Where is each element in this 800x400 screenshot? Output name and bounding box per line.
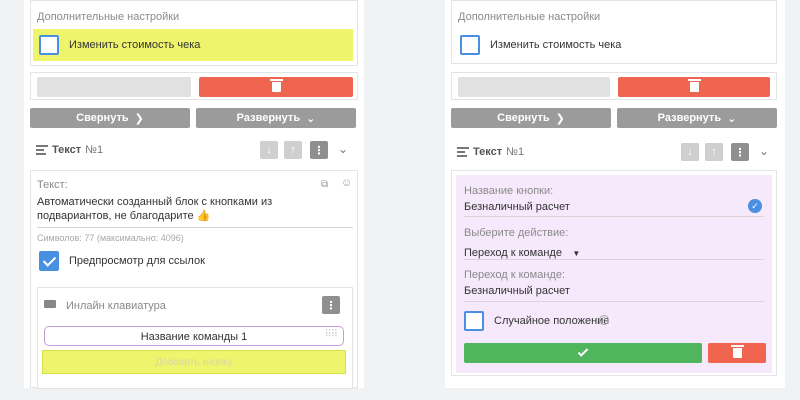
more-menu-button-right[interactable]: ⋮ <box>731 143 749 161</box>
trash-icon <box>730 345 744 358</box>
expand-button[interactable]: Развернуть ⌄ <box>196 108 356 128</box>
text-editor-card: Текст: ⧉ ☺ Автоматически созданный блок … <box>30 170 358 389</box>
change-price-label: Изменить стоимость чека <box>69 39 201 51</box>
change-price-label-right: Изменить стоимость чека <box>490 39 622 51</box>
delete-button[interactable] <box>199 77 353 97</box>
goto-command-caption: Переход к команде: <box>464 269 566 281</box>
collapse-chevron-icon[interactable]: ⌄ <box>759 144 769 158</box>
add-button-label: Добавить кнопку <box>155 357 233 368</box>
move-down-button-right[interactable]: ↓ <box>681 143 699 161</box>
choose-action-caption: Выберите действие: <box>464 227 569 239</box>
random-position-label: Случайное положение <box>494 315 610 327</box>
chevron-down-icon: ⌄ <box>306 112 316 125</box>
additional-settings-card-right: Дополнительные настройки Изменить стоимо… <box>451 0 777 64</box>
block-title: Текст №1 <box>52 144 104 156</box>
random-position-checkbox[interactable] <box>464 311 484 331</box>
verified-icon: ✓ <box>748 199 762 213</box>
expand-label-right: Развернуть <box>657 112 722 124</box>
inline-keyboard-label: Инлайн клавиатура <box>66 300 166 312</box>
command-name-label: Название команды 1 <box>140 331 248 343</box>
change-price-checkbox[interactable] <box>39 35 59 55</box>
help-icon[interactable]: ? <box>599 315 609 325</box>
trash-icon <box>687 79 701 92</box>
empty-button[interactable] <box>37 77 191 97</box>
keyboard-more-button[interactable]: ⋮ <box>322 296 340 314</box>
button-edit-panel: Название кнопки: Безналичный расчет ✓ Вы… <box>456 175 772 373</box>
preview-links-checkbox[interactable] <box>39 251 59 271</box>
copy-icon[interactable]: ⧉ <box>321 179 328 190</box>
right-panel: Дополнительные настройки Изменить стоимо… <box>445 0 785 388</box>
block-title-right: Текст №1 <box>473 146 525 158</box>
additional-settings-card: Дополнительные настройки Изменить стоимо… <box>30 0 358 66</box>
add-button[interactable]: Добавить кнопку <box>42 350 346 374</box>
settings-caption-right: Дополнительные настройки <box>458 11 601 23</box>
choose-action-select[interactable]: Переход к команде ▼ <box>464 243 764 259</box>
collapse-label-right: Свернуть <box>497 112 550 124</box>
inline-keyboard-card: Инлайн клавиатура ⋮ Название команды 1 ⠿… <box>37 287 353 389</box>
emoji-icon[interactable]: ☺ <box>341 177 352 189</box>
command-name-pill[interactable]: Название команды 1 ⠿⠿ <box>44 326 344 346</box>
text-body[interactable]: Автоматически созданный блок с кнопками … <box>37 195 337 223</box>
preview-links-label: Предпросмотр для ссылок <box>69 255 205 267</box>
expand-button-right[interactable]: Развернуть ⌄ <box>617 108 777 128</box>
button-name-caption: Название кнопки: <box>464 185 554 197</box>
more-menu-button[interactable]: ⋮ <box>310 141 328 159</box>
change-price-checkbox-right[interactable] <box>460 35 480 55</box>
left-panel: Дополнительные настройки Изменить стоимо… <box>24 0 364 389</box>
move-up-button-right[interactable]: ↑ <box>705 143 723 161</box>
button-name-value[interactable]: Безналичный расчет <box>464 201 570 213</box>
collapse-button-right[interactable]: Свернуть ❯ <box>451 108 611 128</box>
settings-caption: Дополнительные настройки <box>37 11 180 23</box>
trash-icon <box>269 79 283 92</box>
drag-handle-icon[interactable] <box>457 147 469 157</box>
move-up-button[interactable]: ↑ <box>284 141 302 159</box>
drag-handle-icon[interactable] <box>36 145 48 155</box>
collapse-chevron-icon[interactable]: ⌄ <box>338 142 348 156</box>
goto-command-value[interactable]: Безналичный расчет <box>464 285 570 297</box>
text-caption: Текст: <box>37 179 68 191</box>
chevron-down-icon: ⌄ <box>727 112 737 125</box>
chevron-right-icon: ❯ <box>555 112 565 125</box>
keyboard-icon <box>44 300 56 308</box>
chevron-right-icon: ❯ <box>134 112 144 125</box>
collapse-button[interactable]: Свернуть ❯ <box>30 108 190 128</box>
drag-dots-icon[interactable]: ⠿⠿ <box>324 329 338 340</box>
empty-button-right[interactable] <box>458 77 610 97</box>
caret-down-icon: ▼ <box>572 249 581 258</box>
button-editor-card: Название кнопки: Безналичный расчет ✓ Вы… <box>451 170 777 376</box>
choose-action-value: Переход к команде <box>464 247 562 259</box>
delete-button-right[interactable] <box>618 77 770 97</box>
expand-label: Развернуть <box>236 112 301 124</box>
chars-counter: Символов: 77 (максимально: 4096) <box>37 233 184 243</box>
move-down-button[interactable]: ↓ <box>260 141 278 159</box>
actions-card-right <box>451 72 777 100</box>
text-block-header: Текст №1 ↓ ↑ ⋮ ⌄ <box>30 136 358 164</box>
confirm-button[interactable] <box>464 343 702 363</box>
collapse-label: Свернуть <box>76 112 129 124</box>
delete-button-editor[interactable] <box>708 343 766 363</box>
check-icon <box>577 346 589 357</box>
actions-card <box>30 72 358 100</box>
text-block-header-right: Текст №1 ↓ ↑ ⋮ ⌄ <box>451 138 777 166</box>
